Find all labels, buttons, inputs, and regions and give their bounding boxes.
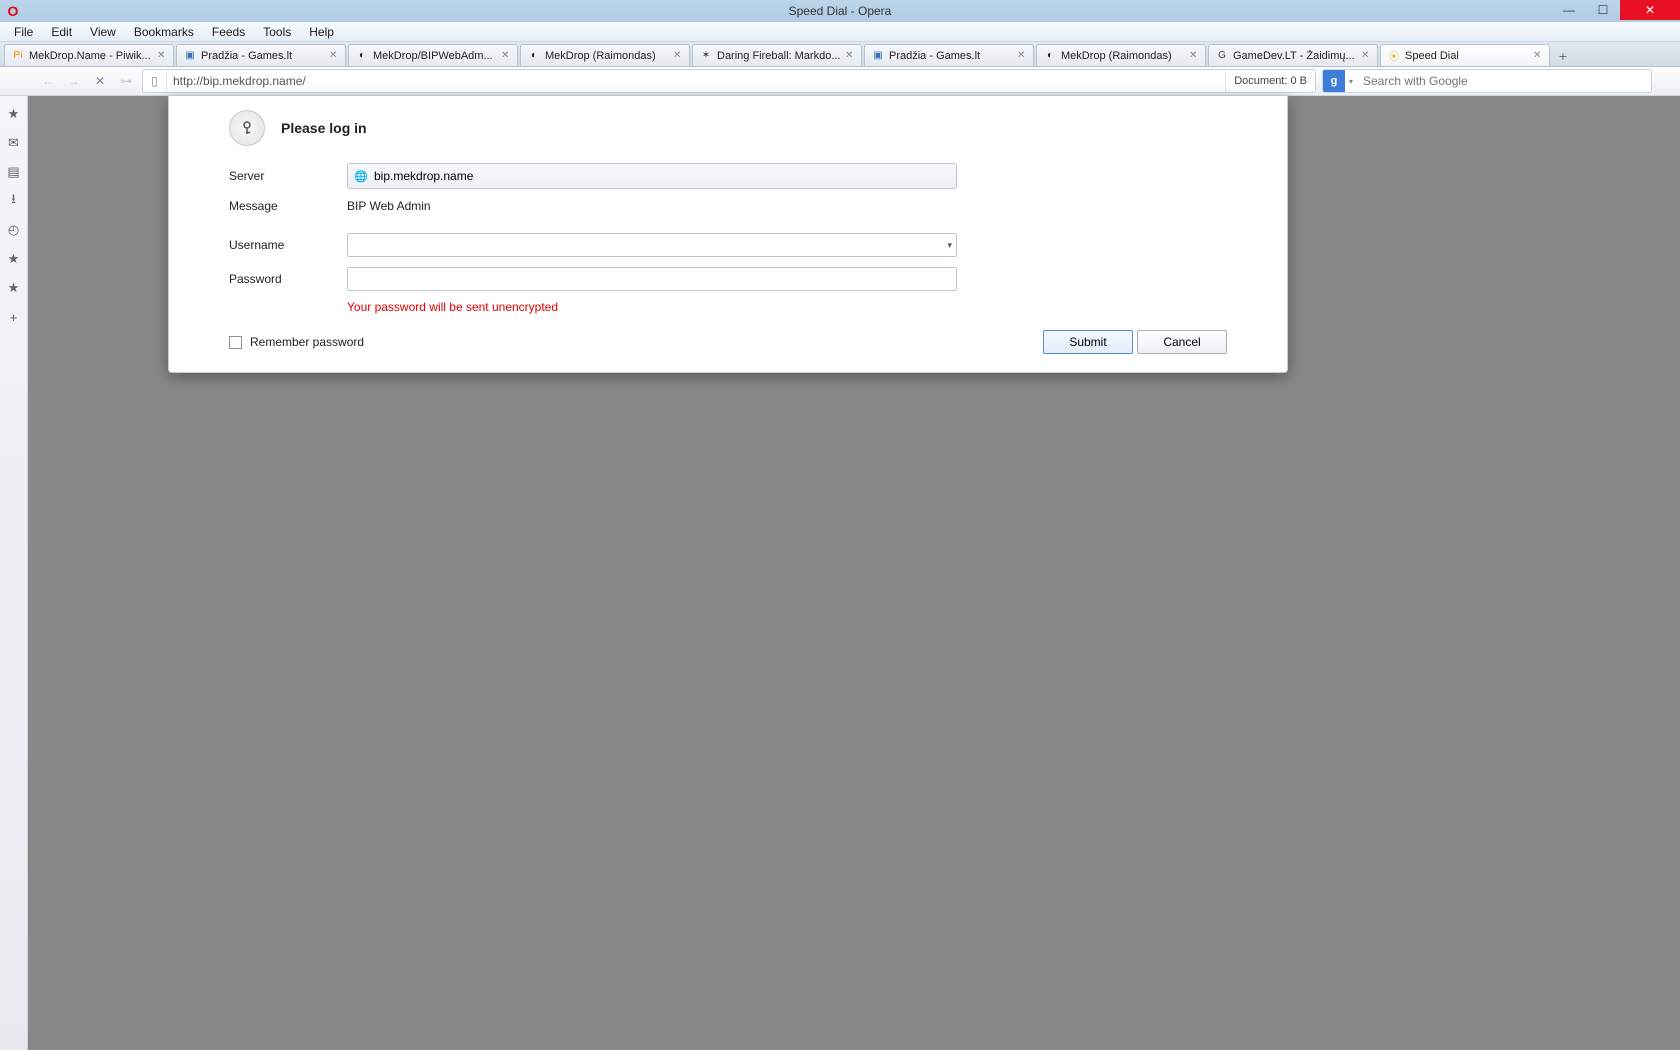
starred-panel-icon-2[interactable]: ★: [6, 280, 22, 296]
close-tab-icon[interactable]: ✕: [157, 50, 169, 62]
tab-label: Daring Fireball: Markdo...: [717, 50, 842, 62]
favicon-icon: ▣: [871, 49, 885, 63]
url-field[interactable]: http://bip.mekdrop.name/: [167, 74, 1225, 88]
close-tab-icon[interactable]: ✕: [1017, 50, 1029, 62]
menu-help[interactable]: Help: [301, 23, 342, 41]
favicon-icon: ✶: [699, 49, 713, 63]
submit-button[interactable]: Submit: [1043, 330, 1133, 354]
browser-tab[interactable]: ✶ Daring Fireball: Markdo...✕: [692, 44, 862, 66]
browser-tab[interactable]: ◐ MekDrop (Raimondas)✕: [1036, 44, 1206, 66]
close-button[interactable]: ✕: [1620, 0, 1680, 20]
site-info-icon[interactable]: ▯: [143, 70, 167, 92]
window-titlebar: O Speed Dial - Opera — ☐ ✕: [0, 0, 1680, 22]
window-title: Speed Dial - Opera: [789, 4, 892, 18]
remember-label: Remember password: [250, 335, 364, 349]
favicon-icon: ▣: [183, 49, 197, 63]
close-tab-icon[interactable]: ✕: [673, 50, 685, 62]
favicon-icon: G: [1215, 49, 1229, 63]
tab-label: MekDrop.Name - Piwik...: [29, 50, 154, 62]
menu-file[interactable]: File: [6, 23, 41, 41]
remember-password-checkbox[interactable]: Remember password: [229, 335, 364, 349]
browser-tab[interactable]: ⦿ Speed Dial✕: [1380, 44, 1550, 66]
new-tab-button[interactable]: +: [1552, 46, 1574, 66]
globe-icon: 🌐: [354, 170, 368, 183]
minimize-button[interactable]: —: [1552, 0, 1586, 20]
menu-edit[interactable]: Edit: [43, 23, 80, 41]
message-label: Message: [229, 199, 347, 213]
tab-label: MekDrop (Raimondas): [1061, 50, 1186, 62]
close-tab-icon[interactable]: ✕: [1361, 50, 1373, 62]
browser-tab[interactable]: ▣ Pradžia - Games.lt✕: [176, 44, 346, 66]
notes-panel-icon[interactable]: ▤: [6, 164, 22, 180]
stop-button[interactable]: ✕: [90, 71, 110, 91]
password-label: Password: [229, 272, 347, 286]
chevron-down-icon[interactable]: ▾: [947, 240, 952, 251]
search-box[interactable]: g ▾: [1322, 69, 1652, 93]
browser-tab[interactable]: ◐ MekDrop/BIPWebAdm...✕: [348, 44, 518, 66]
workspace: ★ ✉ ▤ ⭳ ◴ ★ ★ + Please log in Server 🌐 b…: [0, 96, 1680, 1050]
tab-label: GameDev.LT - Žaidimų...: [1233, 50, 1358, 62]
chevron-down-icon[interactable]: ▾: [1345, 77, 1357, 86]
login-dialog: Please log in Server 🌐 bip.mekdrop.name …: [168, 96, 1288, 373]
server-value: bip.mekdrop.name: [374, 169, 473, 183]
browser-tab[interactable]: Pi MekDrop.Name - Piwik...✕: [4, 44, 174, 66]
tab-strip: PiMekDrop.Name - Piwik...✕▣Pradžia - Gam…: [0, 42, 1680, 67]
tab-label: Speed Dial: [1405, 50, 1530, 62]
tab-label: Pradžia - Games.lt: [889, 50, 1014, 62]
message-value: BIP Web Admin: [347, 199, 1227, 213]
add-panel-icon[interactable]: +: [6, 309, 22, 325]
close-tab-icon[interactable]: ✕: [1533, 50, 1545, 62]
cancel-button[interactable]: Cancel: [1137, 330, 1227, 354]
back-button[interactable]: ←: [38, 71, 58, 91]
username-label: Username: [229, 238, 347, 252]
server-label: Server: [229, 169, 347, 183]
username-input[interactable]: ▾: [347, 233, 957, 257]
warning-text: Your password will be sent unencrypted: [169, 296, 1287, 322]
address-bar[interactable]: ▯ http://bip.mekdrop.name/ Document: 0 B: [142, 69, 1316, 93]
opera-logo-icon: O: [6, 4, 20, 18]
menu-view[interactable]: View: [82, 23, 124, 41]
document-status: Document: 0 B: [1225, 70, 1315, 92]
menu-tools[interactable]: Tools: [255, 23, 299, 41]
tab-label: Pradžia - Games.lt: [201, 50, 326, 62]
dialog-title: Please log in: [281, 120, 367, 136]
wand-icon[interactable]: ⊶: [116, 71, 136, 91]
browser-tab[interactable]: ▣ Pradžia - Games.lt✕: [864, 44, 1034, 66]
toolbar: ← → ✕ ⊶ ▯ http://bip.mekdrop.name/ Docum…: [0, 67, 1680, 96]
menu-bar: File Edit View Bookmarks Feeds Tools Hel…: [0, 22, 1680, 42]
favicon-icon: Pi: [11, 49, 25, 63]
close-tab-icon[interactable]: ✕: [329, 50, 341, 62]
starred-panel-icon[interactable]: ★: [6, 251, 22, 267]
favicon-icon: ◐: [355, 49, 369, 63]
key-icon: [229, 110, 265, 146]
close-tab-icon[interactable]: ✕: [845, 50, 857, 62]
favicon-icon: ⦿: [1387, 49, 1401, 63]
server-field: 🌐 bip.mekdrop.name: [347, 163, 957, 189]
menu-feeds[interactable]: Feeds: [204, 23, 253, 41]
search-engine-icon[interactable]: g: [1323, 70, 1345, 92]
close-tab-icon[interactable]: ✕: [501, 50, 513, 62]
page-viewport: Please log in Server 🌐 bip.mekdrop.name …: [28, 96, 1680, 1050]
favicon-icon: ◐: [527, 49, 541, 63]
downloads-panel-icon[interactable]: ⭳: [6, 193, 22, 209]
favicon-icon: ◐: [1043, 49, 1057, 63]
maximize-button[interactable]: ☐: [1586, 0, 1620, 20]
forward-button[interactable]: →: [64, 71, 84, 91]
menu-bookmarks[interactable]: Bookmarks: [126, 23, 202, 41]
search-input[interactable]: [1357, 74, 1651, 88]
close-tab-icon[interactable]: ✕: [1189, 50, 1201, 62]
browser-tab[interactable]: ◐ MekDrop (Raimondas)✕: [520, 44, 690, 66]
checkbox-icon[interactable]: [229, 336, 242, 349]
browser-tab[interactable]: G GameDev.LT - Žaidimų...✕: [1208, 44, 1378, 66]
tab-label: MekDrop/BIPWebAdm...: [373, 50, 498, 62]
mail-panel-icon[interactable]: ✉: [6, 135, 22, 151]
tab-label: MekDrop (Raimondas): [545, 50, 670, 62]
bookmarks-panel-icon[interactable]: ★: [6, 106, 22, 122]
side-panel: ★ ✉ ▤ ⭳ ◴ ★ ★ +: [0, 96, 28, 1050]
password-input[interactable]: [347, 267, 957, 291]
history-panel-icon[interactable]: ◴: [6, 222, 22, 238]
